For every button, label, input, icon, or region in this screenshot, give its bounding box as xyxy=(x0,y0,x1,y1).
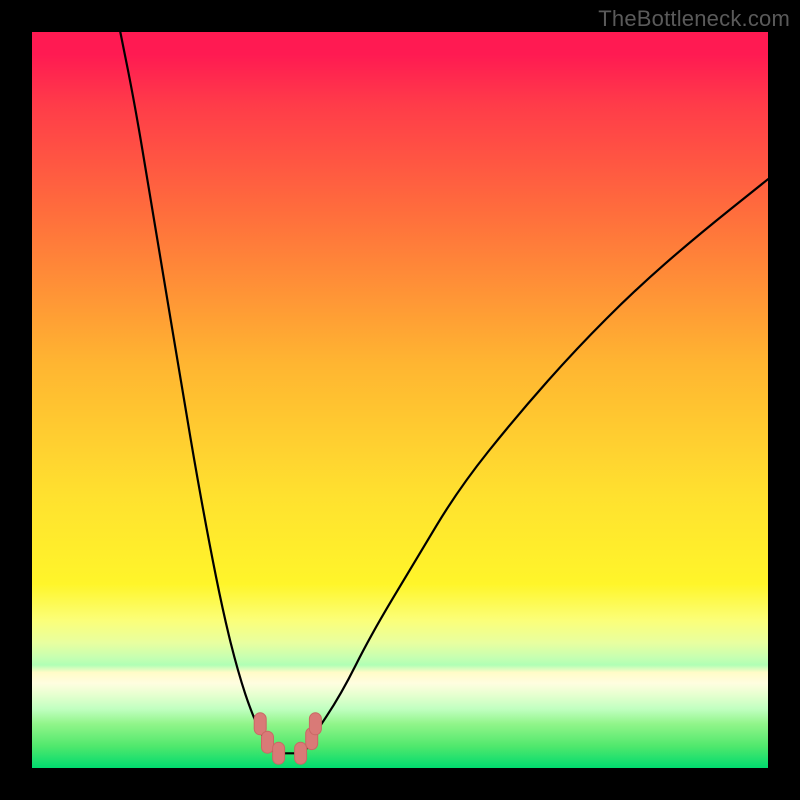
curve-marker xyxy=(262,731,274,753)
curve-marker xyxy=(273,742,285,764)
plot-area xyxy=(32,32,768,768)
bottleneck-curve xyxy=(120,32,768,753)
watermark-text: TheBottleneck.com xyxy=(598,6,790,32)
chart-frame: TheBottleneck.com xyxy=(0,0,800,800)
valley-markers xyxy=(254,713,321,765)
curve-canvas xyxy=(32,32,768,768)
curve-marker xyxy=(309,713,321,735)
curve-marker xyxy=(295,742,307,764)
